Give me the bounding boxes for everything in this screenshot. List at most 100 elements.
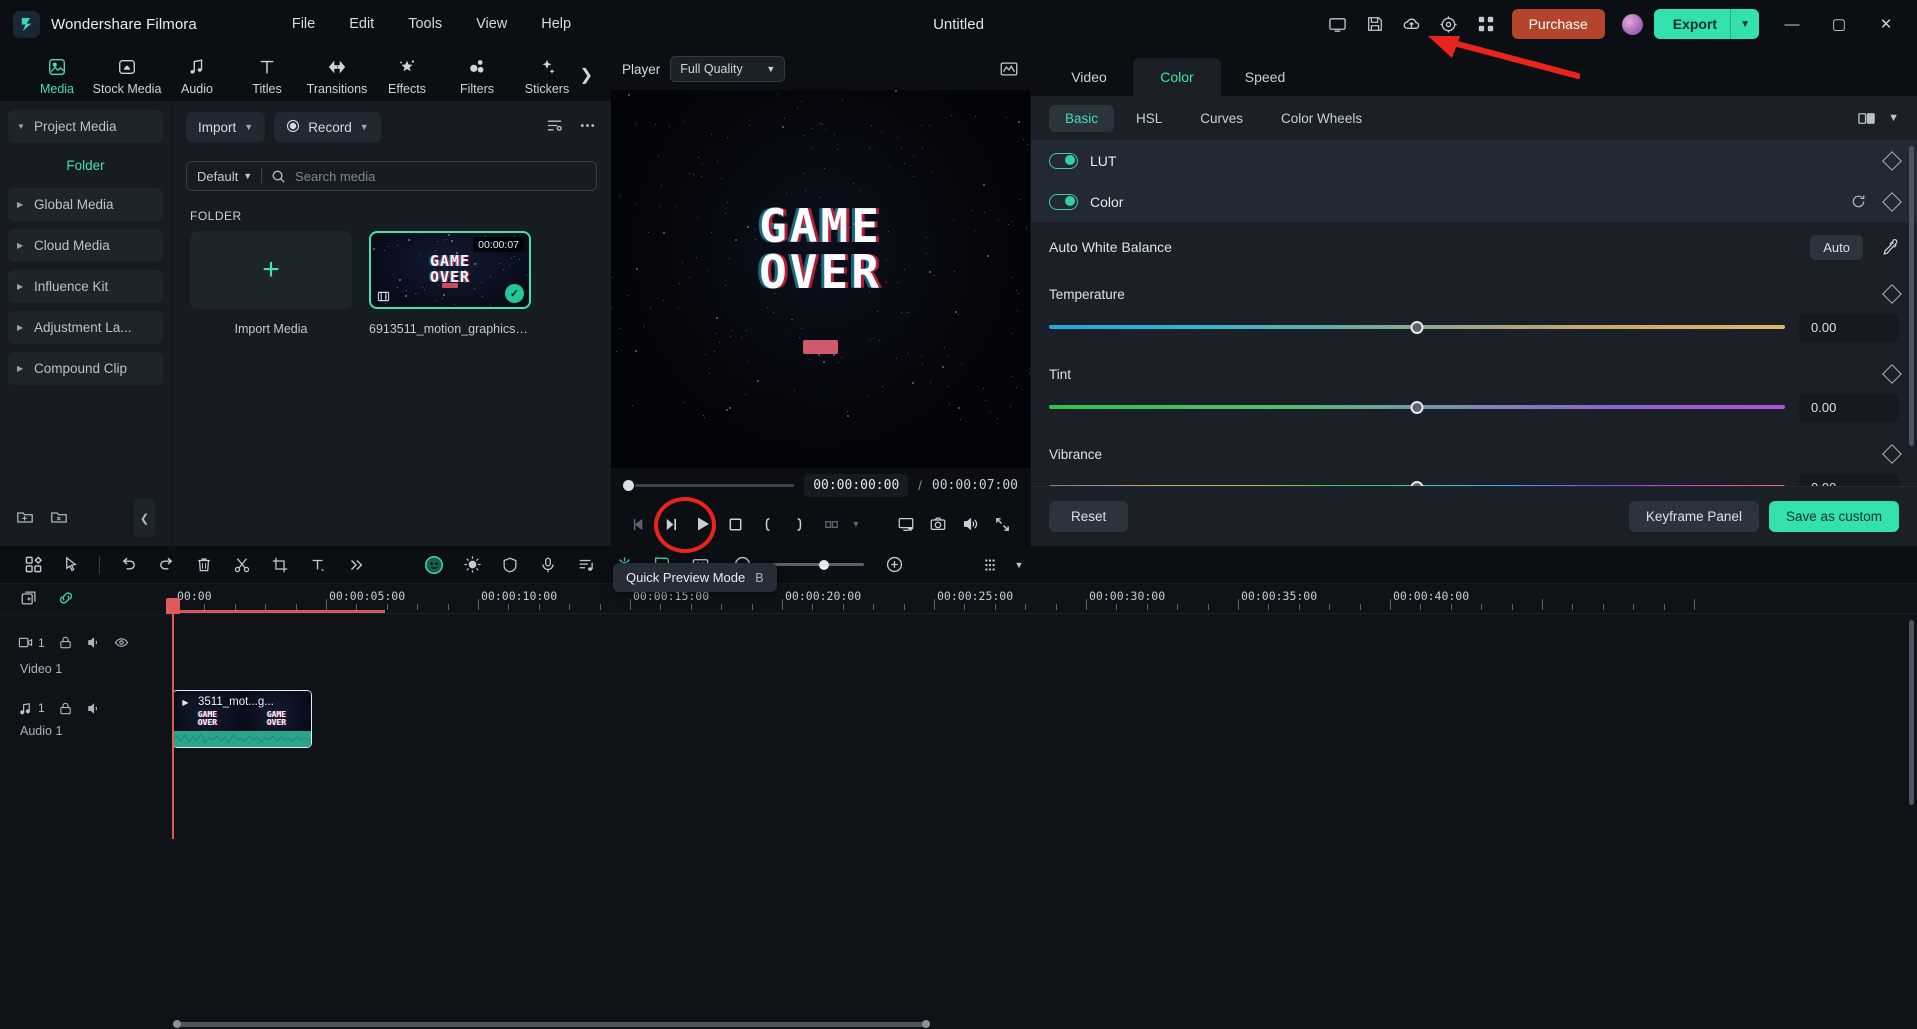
- tab-filters[interactable]: Filters: [442, 53, 512, 96]
- maximize-icon[interactable]: ▢: [1817, 0, 1861, 48]
- preview-stage[interactable]: GAME OVER: [611, 90, 1030, 468]
- vibrance-value[interactable]: 0.00: [1799, 473, 1899, 487]
- menu-view[interactable]: View: [459, 10, 524, 38]
- lut-toggle[interactable]: [1049, 153, 1078, 169]
- hscroll-left-handle[interactable]: [173, 1020, 181, 1028]
- save-as-custom-button[interactable]: Save as custom: [1769, 501, 1899, 532]
- redo-button[interactable]: [147, 550, 185, 580]
- search-box[interactable]: Default ▼: [186, 161, 597, 191]
- reset-icon[interactable]: [1850, 193, 1867, 210]
- step-back-button[interactable]: [655, 508, 687, 540]
- sidebar-item-global-media[interactable]: ▶ Global Media: [8, 188, 163, 221]
- snapshot-button[interactable]: [922, 508, 954, 540]
- avatar[interactable]: [1622, 14, 1643, 35]
- timeline-settings-icon[interactable]: [971, 550, 1009, 580]
- audio-mixer-button[interactable]: [567, 550, 605, 580]
- previous-frame-button[interactable]: [623, 508, 655, 540]
- undo-button[interactable]: [109, 550, 147, 580]
- select-tool-button[interactable]: [52, 550, 90, 580]
- export-button[interactable]: Export ▼: [1654, 9, 1759, 39]
- crop-button[interactable]: [261, 550, 299, 580]
- tab-effects[interactable]: Effects: [372, 53, 442, 96]
- menu-edit[interactable]: Edit: [332, 10, 391, 38]
- save-icon[interactable]: [1358, 7, 1392, 41]
- vibrance-slider[interactable]: [1049, 477, 1785, 486]
- minimize-icon[interactable]: —: [1770, 0, 1814, 48]
- zoom-in-icon[interactable]: [875, 550, 913, 580]
- subtab-basic[interactable]: Basic: [1049, 105, 1114, 132]
- new-folder-icon[interactable]: [16, 508, 34, 529]
- timeline-canvas[interactable]: 00:00 00:00:05:00 00:00:10:00 00:00:15:00 00…: [172, 584, 1917, 1029]
- subtab-color-wheels[interactable]: Color Wheels: [1265, 105, 1378, 132]
- monitor-icon[interactable]: [1321, 7, 1355, 41]
- mute-icon[interactable]: [86, 701, 101, 716]
- sidebar-item-cloud-media[interactable]: ▶ Cloud Media: [8, 229, 163, 262]
- layout-button[interactable]: [14, 550, 52, 580]
- eye-icon[interactable]: [114, 635, 129, 650]
- mute-icon[interactable]: [86, 635, 101, 650]
- mark-in-button[interactable]: [751, 508, 783, 540]
- delete-button[interactable]: [185, 550, 223, 580]
- timeline-clip-video[interactable]: GAME OVER GAME OVER ▶ 3511_mot...g...: [172, 690, 312, 748]
- tint-value[interactable]: 0.00: [1799, 393, 1899, 422]
- voiceover-button[interactable]: [529, 550, 567, 580]
- chevron-down-icon[interactable]: ▼: [1888, 112, 1899, 124]
- sidebar-item-adjustment-layer[interactable]: ▶ Adjustment La...: [8, 311, 163, 344]
- search-input[interactable]: [295, 169, 586, 184]
- more-options-icon[interactable]: [578, 116, 597, 138]
- volume-button[interactable]: [954, 508, 986, 540]
- waveform-scope-icon[interactable]: [999, 59, 1019, 79]
- lock-icon[interactable]: [58, 635, 73, 650]
- auto-button[interactable]: Auto: [1810, 235, 1863, 260]
- sort-dropdown[interactable]: Default ▼: [197, 169, 252, 184]
- sidebar-item-project-media[interactable]: ▼ Project Media: [8, 110, 163, 143]
- eyedropper-icon[interactable]: [1881, 238, 1899, 256]
- export-chevron-down-icon[interactable]: ▼: [1731, 12, 1759, 37]
- keyframe-diamond-icon[interactable]: [1882, 192, 1902, 212]
- menu-tools[interactable]: Tools: [391, 10, 459, 38]
- tab-audio[interactable]: Audio: [162, 53, 232, 96]
- timeline-horizontal-scrollbar[interactable]: [176, 1022, 928, 1027]
- zoom-handle[interactable]: [819, 560, 829, 570]
- record-button[interactable]: Record ▼: [274, 112, 380, 142]
- motion-tracking-button[interactable]: [453, 550, 491, 580]
- timeline-playhead[interactable]: [172, 598, 174, 839]
- tab-color[interactable]: Color: [1133, 58, 1221, 96]
- subtab-hsl[interactable]: HSL: [1120, 105, 1178, 132]
- player-scrubber[interactable]: [623, 476, 794, 494]
- import-media-tile[interactable]: +: [190, 231, 352, 309]
- ai-assist-icon[interactable]: [1432, 7, 1466, 41]
- mask-button[interactable]: [491, 550, 529, 580]
- playhead-handle[interactable]: [166, 598, 180, 614]
- cloud-upload-icon[interactable]: [1395, 7, 1429, 41]
- media-thumbnail[interactable]: GAME OVER 00:00:07 ✓: [369, 231, 531, 309]
- tab-stock-media[interactable]: Stock Media: [92, 53, 162, 96]
- tab-transitions[interactable]: Transitions: [302, 53, 372, 96]
- slider-handle[interactable]: [1411, 321, 1424, 334]
- split-compare-icon[interactable]: [1857, 109, 1876, 128]
- inspector-scrollbar[interactable]: [1909, 146, 1914, 446]
- play-button[interactable]: [687, 508, 719, 540]
- scrub-handle[interactable]: [623, 480, 634, 491]
- slider-handle[interactable]: [1411, 401, 1424, 414]
- tab-video[interactable]: Video: [1045, 58, 1133, 96]
- timeline-settings-chevron-down-icon[interactable]: ▼: [1009, 550, 1029, 580]
- display-settings-button[interactable]: [890, 508, 922, 540]
- hscroll-right-handle[interactable]: [922, 1020, 930, 1028]
- timeline-ruler[interactable]: 00:00 00:00:05:00 00:00:10:00 00:00:15:00 00…: [172, 584, 1917, 614]
- stop-button[interactable]: [719, 508, 751, 540]
- filter-icon[interactable]: [545, 116, 564, 138]
- more-tools-button[interactable]: [337, 550, 375, 580]
- keyframe-diamond-icon[interactable]: [1882, 444, 1902, 464]
- sidebar-item-influence-kit[interactable]: ▶ Influence Kit: [8, 270, 163, 303]
- slider-handle[interactable]: [1411, 481, 1424, 487]
- sidebar-item-folder[interactable]: Folder: [8, 151, 163, 180]
- link-av-button[interactable]: [57, 589, 75, 610]
- close-icon[interactable]: ✕: [1864, 0, 1908, 48]
- more-dropdown[interactable]: ▼: [847, 508, 865, 540]
- split-button[interactable]: [223, 550, 261, 580]
- text-button[interactable]: [299, 550, 337, 580]
- tab-stickers[interactable]: Stickers: [512, 53, 582, 96]
- fullscreen-button[interactable]: [986, 508, 1018, 540]
- temperature-slider[interactable]: [1049, 317, 1785, 337]
